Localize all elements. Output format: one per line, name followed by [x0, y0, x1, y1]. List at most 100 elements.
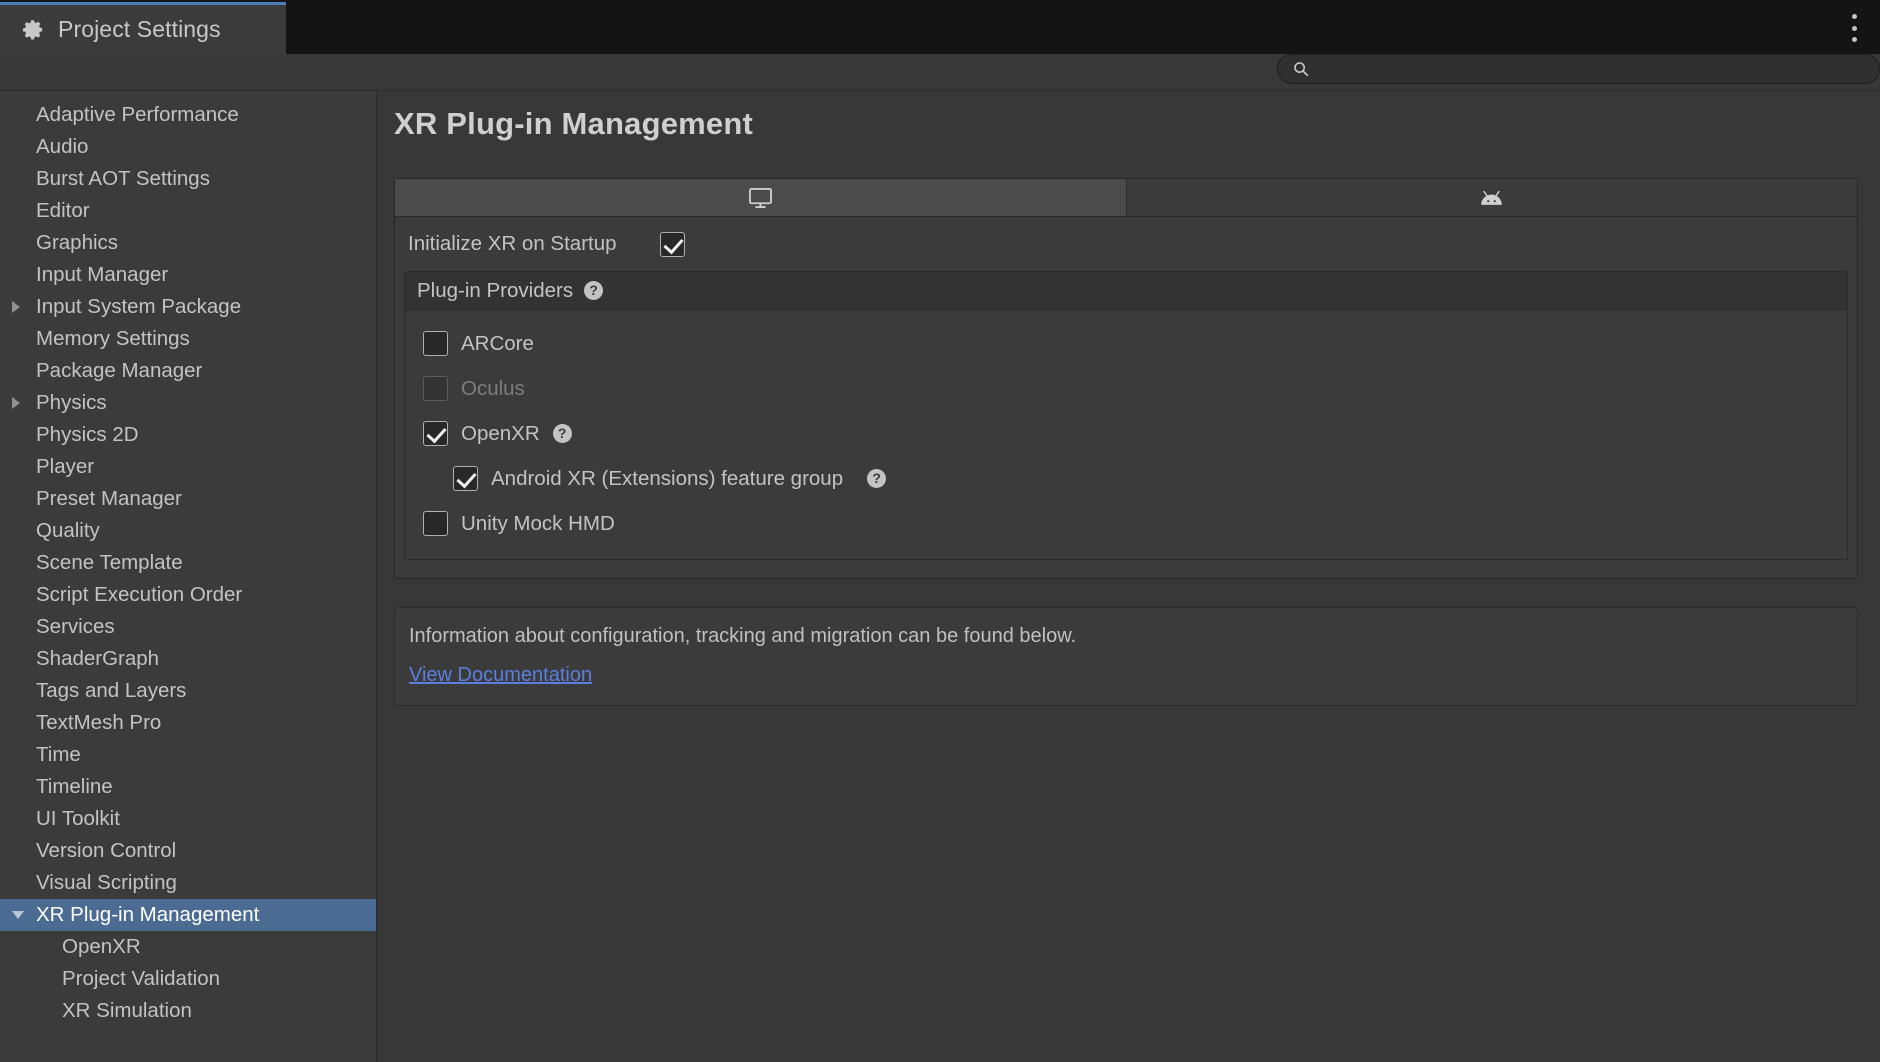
sidebar-item-version-control[interactable]: Version Control — [0, 835, 376, 867]
provider-checkbox-arcore[interactable] — [423, 331, 448, 356]
sidebar-item-label: Visual Scripting — [36, 871, 177, 895]
help-icon[interactable]: ? — [553, 424, 572, 443]
sidebar-item-ui-toolkit[interactable]: UI Toolkit — [0, 803, 376, 835]
sidebar-item-package-manager[interactable]: Package Manager — [0, 355, 376, 387]
initialize-xr-checkbox[interactable] — [660, 232, 685, 257]
settings-category-list[interactable]: Adaptive Performance Audio Burst AOT Setti… — [0, 90, 377, 1062]
title-bar: Project Settings — [0, 0, 1880, 54]
window-tab-label: Project Settings — [58, 16, 221, 43]
sidebar-item-label: Physics — [36, 391, 107, 415]
sidebar-item-physics-2d[interactable]: Physics 2D — [0, 419, 376, 451]
sidebar-item-label: Timeline — [36, 775, 113, 799]
sidebar-item-label: Project Validation — [62, 967, 220, 991]
provider-label-unity-mock-hmd: Unity Mock HMD — [461, 512, 615, 536]
plugin-providers-box: Plug-in Providers ? ARCoreOculusOpenXR?A… — [404, 271, 1848, 560]
sidebar-item-label: Services — [36, 615, 115, 639]
sidebar-item-label: XR Plug-in Management — [36, 903, 259, 927]
sidebar-item-time[interactable]: Time — [0, 739, 376, 771]
sidebar-item-label: TextMesh Pro — [36, 711, 161, 735]
provider-checkbox-android-xr-extensions-feature-group[interactable] — [453, 466, 478, 491]
window-tab-project-settings[interactable]: Project Settings — [0, 2, 286, 54]
desktop-icon — [748, 187, 773, 209]
help-icon[interactable]: ? — [867, 469, 886, 488]
provider-row-oculus[interactable]: Oculus — [405, 366, 1847, 411]
settings-detail-panel: XR Plug-in Management — [377, 90, 1880, 1062]
sidebar-item-graphics[interactable]: Graphics — [0, 227, 376, 259]
sidebar-item-label: Adaptive Performance — [36, 103, 239, 127]
sidebar-item-xr-simulation[interactable]: XR Simulation — [0, 995, 376, 1027]
sidebar-item-audio[interactable]: Audio — [0, 131, 376, 163]
gear-icon — [22, 18, 45, 41]
sidebar-item-script-execution-order[interactable]: Script Execution Order — [0, 579, 376, 611]
sidebar-item-editor[interactable]: Editor — [0, 195, 376, 227]
sidebar-item-label: Audio — [36, 135, 88, 159]
provider-label-arcore: ARCore — [461, 332, 534, 356]
sidebar-item-label: Input Manager — [36, 263, 168, 287]
sidebar-item-label: Scene Template — [36, 551, 183, 575]
sidebar-item-label: Player — [36, 455, 94, 479]
sidebar-item-textmesh-pro[interactable]: TextMesh Pro — [0, 707, 376, 739]
sidebar-item-label: Editor — [36, 199, 90, 223]
search-input[interactable] — [1316, 61, 1856, 78]
sidebar-item-xr-plug-in-management[interactable]: XR Plug-in Management — [0, 899, 376, 931]
provider-row-unity-mock-hmd[interactable]: Unity Mock HMD — [405, 501, 1847, 546]
sidebar-item-adaptive-performance[interactable]: Adaptive Performance — [0, 99, 376, 131]
provider-row-openxr[interactable]: OpenXR? — [405, 411, 1847, 456]
sidebar-item-label: Quality — [36, 519, 100, 543]
provider-checkbox-openxr[interactable] — [423, 421, 448, 446]
chevron-down-icon[interactable] — [12, 911, 24, 919]
info-text: Information about configuration, trackin… — [409, 622, 1843, 650]
sidebar-item-project-validation[interactable]: Project Validation — [0, 963, 376, 995]
sidebar-item-scene-template[interactable]: Scene Template — [0, 547, 376, 579]
sidebar-item-label: Tags and Layers — [36, 679, 186, 703]
initialize-xr-row[interactable]: Initialize XR on Startup — [395, 217, 1857, 271]
sidebar-item-label: Memory Settings — [36, 327, 190, 351]
tab-platform-android[interactable] — [1126, 179, 1858, 216]
plugin-providers-header: Plug-in Providers ? — [405, 272, 1847, 310]
plugin-providers-title: Plug-in Providers — [417, 279, 573, 303]
chevron-right-icon[interactable] — [12, 301, 20, 313]
body: Adaptive Performance Audio Burst AOT Setti… — [0, 90, 1880, 1062]
sidebar-item-burst-aot-settings[interactable]: Burst AOT Settings — [0, 163, 376, 195]
sidebar-item-openxr[interactable]: OpenXR — [0, 931, 376, 963]
search-box[interactable] — [1277, 54, 1880, 84]
provider-checkbox-unity-mock-hmd[interactable] — [423, 511, 448, 536]
help-icon[interactable]: ? — [584, 281, 603, 300]
provider-row-arcore[interactable]: ARCore — [405, 321, 1847, 366]
sidebar-item-services[interactable]: Services — [0, 611, 376, 643]
sidebar-item-input-system-package[interactable]: Input System Package — [0, 291, 376, 323]
sidebar-item-label: Input System Package — [36, 295, 241, 319]
kebab-menu-icon[interactable] — [1850, 14, 1858, 42]
sidebar-item-timeline[interactable]: Timeline — [0, 771, 376, 803]
sidebar-item-label: Package Manager — [36, 359, 202, 383]
sidebar-item-shadergraph[interactable]: ShaderGraph — [0, 643, 376, 675]
sidebar-item-memory-settings[interactable]: Memory Settings — [0, 323, 376, 355]
sidebar-item-label: UI Toolkit — [36, 807, 120, 831]
provider-label-openxr: OpenXR — [461, 422, 540, 446]
sidebar-item-label: Script Execution Order — [36, 583, 242, 607]
sidebar-item-quality[interactable]: Quality — [0, 515, 376, 547]
sidebar-item-label: Graphics — [36, 231, 118, 255]
sidebar-item-label: Burst AOT Settings — [36, 167, 210, 191]
provider-label-android-xr-extensions-feature-group: Android XR (Extensions) feature group — [491, 467, 843, 491]
view-documentation-link[interactable]: View Documentation — [409, 664, 592, 687]
sidebar-item-label: ShaderGraph — [36, 647, 159, 671]
platform-tabstrip[interactable] — [395, 179, 1857, 217]
sidebar-item-label: Version Control — [36, 839, 176, 863]
plugin-providers-list: ARCoreOculusOpenXR?Android XR (Extension… — [405, 310, 1847, 559]
tab-platform-standalone[interactable] — [395, 179, 1126, 216]
provider-label-oculus: Oculus — [461, 377, 525, 401]
sidebar-item-input-manager[interactable]: Input Manager — [0, 259, 376, 291]
sidebar-item-tags-and-layers[interactable]: Tags and Layers — [0, 675, 376, 707]
provider-row-android-xr-extensions-feature-group[interactable]: Android XR (Extensions) feature group? — [405, 456, 1847, 501]
sidebar-item-visual-scripting[interactable]: Visual Scripting — [0, 867, 376, 899]
info-box: Information about configuration, trackin… — [394, 607, 1858, 706]
sidebar-item-label: Time — [36, 743, 81, 767]
sidebar-item-player[interactable]: Player — [0, 451, 376, 483]
sidebar-item-preset-manager[interactable]: Preset Manager — [0, 483, 376, 515]
platform-settings-card: Initialize XR on Startup Plug-in Provide… — [394, 178, 1858, 579]
chevron-right-icon[interactable] — [12, 397, 20, 409]
sidebar-item-label: Physics 2D — [36, 423, 139, 447]
sidebar-item-physics[interactable]: Physics — [0, 387, 376, 419]
page-title: XR Plug-in Management — [394, 106, 1858, 142]
